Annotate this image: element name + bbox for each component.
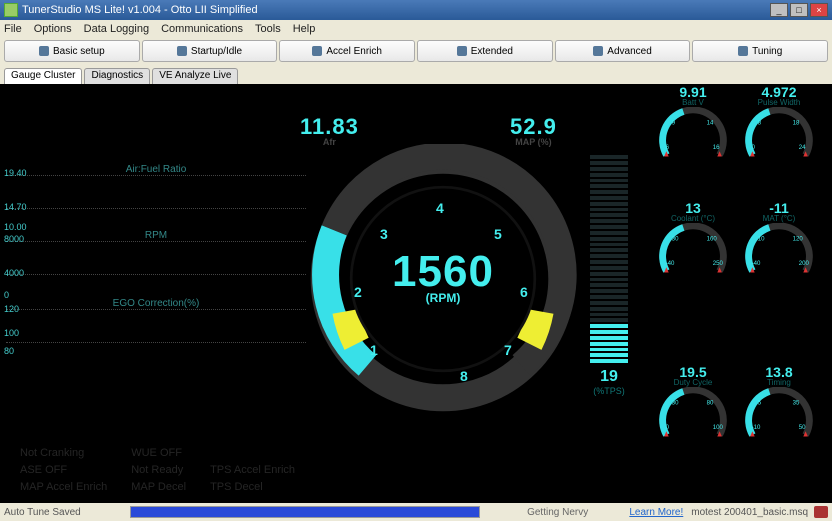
close-button[interactable]: × xyxy=(810,3,828,17)
btn-accel-enrich[interactable]: Accel Enrich xyxy=(279,40,415,62)
btn-advanced[interactable]: Advanced xyxy=(555,40,691,62)
svg-text:50: 50 xyxy=(799,424,806,431)
toolbar: Basic setup Startup/Idle Accel Enrich Ex… xyxy=(0,38,832,66)
svg-text:-10: -10 xyxy=(752,424,761,431)
tps-bar: 19 (%TPS) xyxy=(590,154,628,444)
tab-diagnostics[interactable]: Diagnostics xyxy=(84,68,150,84)
minimize-button[interactable]: _ xyxy=(770,3,788,17)
svg-text:250: 250 xyxy=(713,260,724,267)
small-gauge-timing: 13.8Timing-1053550 xyxy=(740,364,818,450)
svg-text:16: 16 xyxy=(713,144,720,151)
accel-enrich-icon xyxy=(312,46,322,56)
startup-idle-icon xyxy=(177,46,187,56)
strip-rpm: RPM 10.00 8000 4000 xyxy=(6,230,306,275)
menu-bar: File Options Data Logging Communications… xyxy=(0,20,832,38)
svg-text:8: 8 xyxy=(758,120,762,127)
rpm-gauge: 1560 (RPM) 1 2 3 4 5 6 7 8 xyxy=(308,144,578,414)
svg-text:100: 100 xyxy=(713,424,724,431)
svg-text:10: 10 xyxy=(758,236,765,243)
svg-text:24: 24 xyxy=(799,144,806,151)
btn-extended[interactable]: Extended xyxy=(417,40,553,62)
svg-text:30: 30 xyxy=(672,400,679,407)
menu-help[interactable]: Help xyxy=(293,23,316,35)
advanced-icon xyxy=(593,46,603,56)
btn-basic-setup[interactable]: Basic setup xyxy=(4,40,140,62)
basic-setup-icon xyxy=(39,46,49,56)
window-titlebar: TunerStudio MS Lite! v1.004 - Otto LII S… xyxy=(0,0,832,20)
tab-gauge-cluster[interactable]: Gauge Cluster xyxy=(4,68,82,84)
status-center: Getting Nervy xyxy=(486,507,629,518)
window-title: TunerStudio MS Lite! v1.004 - Otto LII S… xyxy=(22,4,768,16)
menu-file[interactable]: File xyxy=(4,23,22,35)
svg-text:-40: -40 xyxy=(752,260,761,267)
small-gauge-coolant-c-: 13Coolant (°C)-4030160250 xyxy=(654,200,732,286)
rpm-value: 1560 xyxy=(392,247,494,297)
btn-startup-idle[interactable]: Startup/Idle xyxy=(142,40,278,62)
svg-text:30: 30 xyxy=(672,236,679,243)
svg-text:18: 18 xyxy=(793,120,800,127)
tps-label: (%TPS) xyxy=(590,386,628,396)
maximize-button[interactable]: □ xyxy=(790,3,808,17)
menu-options[interactable]: Options xyxy=(34,23,72,35)
strip-afr: Air:Fuel Ratio 19.40 14.70 xyxy=(6,164,306,209)
tab-bar: Gauge Cluster Diagnostics VE Analyze Liv… xyxy=(0,66,832,84)
menu-datalogging[interactable]: Data Logging xyxy=(84,23,149,35)
status-indicator-icon xyxy=(814,506,828,518)
extended-icon xyxy=(457,46,467,56)
small-gauge-mat-c-: -11MAT (°C)-4010120200 xyxy=(740,200,818,286)
status-file: motest 200401_basic.msq xyxy=(691,507,808,518)
strip-ego: EGO Correction(%) 0 120 100 80 xyxy=(6,298,306,343)
status-bar: Auto Tune Saved Getting Nervy Learn More… xyxy=(0,503,832,521)
app-icon xyxy=(4,3,18,17)
status-indicators: Not CrankingWUE OFF ASE OFFNot ReadyTPS … xyxy=(18,444,319,497)
small-gauge-pulse-width: 4.972Pulse Width081824 xyxy=(740,84,818,170)
svg-text:80: 80 xyxy=(707,400,714,407)
status-message: Auto Tune Saved xyxy=(4,507,124,518)
menu-tools[interactable]: Tools xyxy=(255,23,281,35)
svg-text:-40: -40 xyxy=(666,260,675,267)
tps-value: 19 xyxy=(590,368,628,386)
small-gauge-duty-cycle: 19.5Duty Cycle03080100 xyxy=(654,364,732,450)
tuning-icon xyxy=(738,46,748,56)
afr-readout: 11.83 Afr xyxy=(300,114,359,147)
svg-text:5: 5 xyxy=(758,400,762,407)
svg-text:0: 0 xyxy=(752,144,756,151)
svg-text:200: 200 xyxy=(799,260,810,267)
svg-text:6: 6 xyxy=(666,144,670,151)
svg-text:160: 160 xyxy=(707,236,718,243)
menu-communications[interactable]: Communications xyxy=(161,23,243,35)
btn-tuning[interactable]: Tuning xyxy=(692,40,828,62)
dashboard: 11.83 Afr 52.9 MAP (%) Air:Fuel Ratio 19… xyxy=(0,84,832,503)
status-learn-more[interactable]: Learn More! xyxy=(629,507,683,518)
svg-text:9: 9 xyxy=(672,120,676,127)
tab-ve-analyze[interactable]: VE Analyze Live xyxy=(152,68,238,84)
svg-text:0: 0 xyxy=(666,424,670,431)
svg-text:35: 35 xyxy=(793,400,800,407)
map-readout: 52.9 MAP (%) xyxy=(510,114,557,147)
status-progress xyxy=(130,506,480,518)
svg-text:120: 120 xyxy=(793,236,804,243)
small-gauge-batt-v: 9.91Batt V691416 xyxy=(654,84,732,170)
svg-text:14: 14 xyxy=(707,120,714,127)
